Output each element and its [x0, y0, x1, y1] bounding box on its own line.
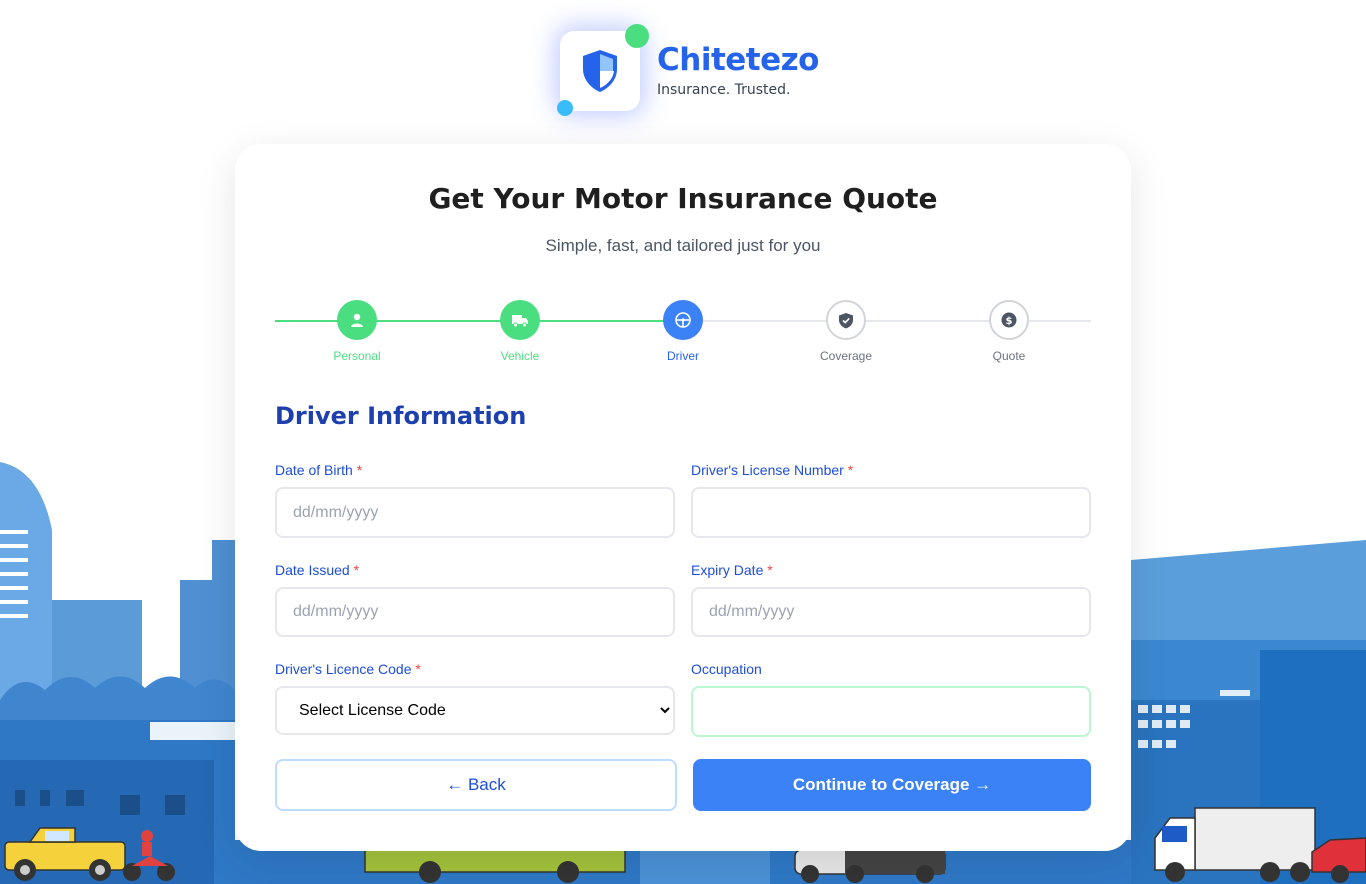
dollar-icon: $	[1001, 312, 1017, 328]
date-issued-label: Date Issued *	[275, 562, 675, 580]
step-coverage-label: Coverage	[819, 349, 873, 363]
date-issued-label-text: Date Issued	[275, 562, 350, 578]
dob-input[interactable]	[275, 487, 675, 538]
truck-icon	[512, 315, 528, 328]
user-icon	[351, 313, 363, 327]
continue-button[interactable]: Continue to Coverage →	[693, 759, 1091, 811]
required-marker: *	[767, 562, 773, 578]
dob-label: Date of Birth *	[275, 462, 675, 480]
logo-accent-dot-green	[625, 24, 649, 48]
required-marker: *	[353, 562, 360, 578]
page-subtitle: Simple, fast, and tailored just for you	[545, 236, 821, 255]
shield-check-icon	[839, 312, 853, 328]
svg-text:$: $	[1006, 316, 1013, 327]
licence-code-label-text: Driver's Licence Code	[275, 661, 412, 677]
licence-code-label: Driver's Licence Code *	[275, 661, 675, 679]
expiry-date-field: Expiry Date *	[691, 562, 1091, 637]
shield-icon	[583, 50, 617, 92]
expiry-date-input[interactable]	[691, 587, 1091, 637]
date-issued-input[interactable]	[275, 587, 675, 637]
section-title: Driver Information	[275, 402, 527, 430]
step-personal-circle	[337, 300, 377, 340]
step-coverage-circle	[826, 300, 866, 340]
license-number-label-text: Driver's License Number	[691, 462, 844, 478]
step-personal[interactable]: Personal	[297, 300, 417, 363]
licence-code-select[interactable]: Select License Code	[275, 686, 675, 735]
required-marker: *	[847, 462, 854, 478]
step-coverage[interactable]: Coverage	[786, 300, 906, 363]
step-quote-circle: $	[989, 300, 1029, 340]
step-vehicle[interactable]: Vehicle	[460, 300, 580, 363]
step-personal-label: Personal	[333, 349, 381, 363]
brand-logo[interactable]: Chitetezo Insurance. Trusted.	[557, 24, 820, 116]
logo-accent-dot-blue	[557, 100, 573, 116]
back-button[interactable]: ← Back	[275, 759, 677, 811]
occupation-input[interactable]	[691, 686, 1091, 737]
date-issued-field: Date Issued *	[275, 562, 675, 637]
quote-form-card: Get Your Motor Insurance Quote Simple, f…	[235, 144, 1131, 851]
step-quote[interactable]: $ Quote	[949, 300, 1069, 363]
brand-name: Chitetezo	[657, 42, 819, 78]
licence-code-field: Driver's Licence Code * Select License C…	[275, 661, 675, 735]
step-driver[interactable]: Driver	[623, 300, 743, 363]
required-marker: *	[415, 661, 421, 677]
occupation-label: Occupation	[691, 661, 1091, 679]
step-driver-label: Driver	[667, 349, 699, 363]
expiry-date-label: Expiry Date *	[691, 562, 1091, 580]
step-vehicle-label: Vehicle	[500, 349, 540, 363]
brand-tagline: Insurance. Trusted.	[657, 82, 791, 98]
expiry-date-label-text: Expiry Date	[691, 562, 764, 578]
step-vehicle-circle	[500, 300, 540, 340]
license-number-label: Driver's License Number *	[691, 462, 1091, 480]
steering-wheel-icon	[675, 312, 691, 328]
dob-field: Date of Birth *	[275, 462, 675, 538]
dob-label-text: Date of Birth	[275, 462, 353, 478]
step-quote-label: Quote	[992, 349, 1026, 363]
license-number-field: Driver's License Number *	[691, 462, 1091, 538]
occupation-field: Occupation	[691, 661, 1091, 737]
required-marker: *	[356, 462, 363, 478]
occupation-label-text: Occupation	[691, 661, 762, 677]
step-driver-circle	[663, 300, 703, 340]
page-title: Get Your Motor Insurance Quote	[428, 182, 938, 215]
license-number-input[interactable]	[691, 487, 1091, 538]
